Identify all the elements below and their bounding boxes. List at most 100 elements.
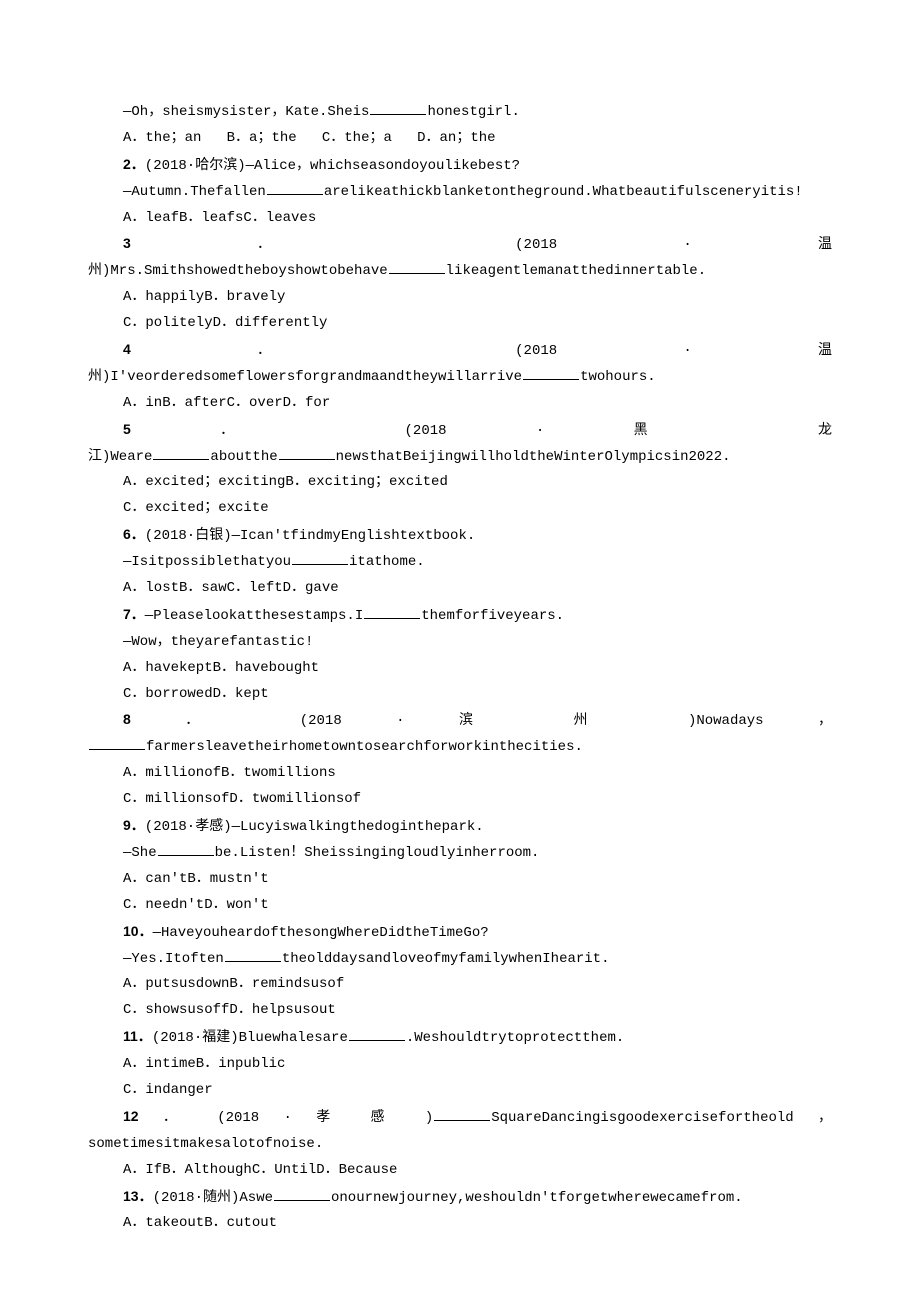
text: C．excited；excite — [123, 500, 269, 516]
q2-stem: 2．(2018·哈尔滨)—Alice，whichseasondoyoulikeb… — [88, 152, 832, 180]
opt-c: C．the；a — [322, 130, 392, 146]
text: newsthatBeijingwillholdtheWinterOlympics… — [336, 449, 731, 465]
qnum: 2． — [123, 156, 145, 172]
q6-dialog: —Isitpossiblethatyouitathome. — [88, 550, 832, 576]
text: aboutthe — [210, 449, 277, 465]
text: A．intimeB．inpublic — [123, 1056, 285, 1072]
q3-opt-a: A．happilyB．bravely — [88, 285, 832, 311]
text: likeagentlemanatthedinnertable. — [446, 263, 706, 279]
text: —HaveyouheardofthesongWhereDidtheTimeGo? — [153, 925, 489, 941]
qnum: 12 — [123, 1108, 139, 1124]
dot: ． — [220, 423, 315, 439]
q12-options: A．IfB．AlthoughC．UntilD．Because — [88, 1158, 832, 1184]
blank — [370, 100, 426, 115]
q10-stem: 10．—HaveyouheardofthesongWhereDidtheTime… — [88, 919, 832, 947]
q5-line1: 5 ． (2018 · 黑 龙 — [88, 417, 832, 445]
blank — [158, 841, 214, 856]
text: C．politelyD．differently — [123, 315, 327, 331]
blank — [274, 1186, 330, 1201]
text: A．havekeptB．havebought — [123, 660, 319, 676]
q4-options: A．inB．afterC．overD．for — [88, 391, 832, 417]
qnum: 10． — [123, 923, 153, 939]
q6-options: A．lostB．sawC．leftD．gave — [88, 576, 832, 602]
q2-options: A．leafB．leafsC．leaves — [88, 206, 832, 232]
q4-line1: 4 ． (2018 · 温 — [88, 337, 832, 365]
text: theolddaysandloveofmyfamilywhenIhearit. — [282, 951, 610, 967]
text: twohours. — [580, 369, 656, 385]
q9-stem: 9．(2018·孝感)—Lucyiswalkingthedoginthepark… — [88, 813, 832, 841]
text: SquareDancingisgoodexercisefortheold ， — [491, 1110, 832, 1126]
q9-opt-a: A．can'tB．mustn't — [88, 867, 832, 893]
dot: ． — [185, 713, 245, 729]
text: itathome. — [349, 554, 425, 570]
text: themforfiveyears. — [421, 608, 564, 624]
q13-stem: 13．(2018·随州)Asweonournewjourney,weshould… — [88, 1184, 832, 1212]
q6-stem: 6．(2018·白银)—Ican'tfindmyEnglishtextbook. — [88, 522, 832, 550]
text: A．excited；excitingB．exciting；excited — [123, 474, 448, 490]
text: —Oh，sheismysister，Kate.Sheis — [123, 104, 369, 120]
q1-options: A．the；an B．a；the C．the；a D．an；the — [88, 126, 832, 152]
text: honestgirl. — [427, 104, 519, 120]
text: C．indanger — [123, 1082, 213, 1098]
q2-dialog: —Autumn.Thefallenarelikeathickblanketont… — [88, 180, 832, 206]
text: C．millionsofD．twomillionsof — [123, 791, 361, 807]
text: A．millionofB．twomillions — [123, 765, 336, 781]
q13-options: A．takeoutB．cutout — [88, 1211, 832, 1237]
opt-a: A．the；an — [123, 130, 201, 146]
text: C．showsusoffD．helpsusout — [123, 1002, 336, 1018]
q1-dialog: —Oh，sheismysister，Kate.Sheis honestgirl. — [88, 100, 832, 126]
src: (2018 · 孝 感 ) — [217, 1110, 433, 1126]
q11-opt-b: C．indanger — [88, 1078, 832, 1104]
q7-opt-b: C．borrowedD．kept — [88, 682, 832, 708]
text: —Autumn.Thefallen — [123, 184, 266, 200]
q11-opt-a: A．intimeB．inpublic — [88, 1052, 832, 1078]
opt-b: B．a；the — [227, 130, 297, 146]
text: —Wow，theyarefantastic! — [123, 634, 313, 650]
q7-stem: 7．—Pleaselookatthesestamps.Ithemforfivey… — [88, 602, 832, 630]
blank — [523, 365, 579, 380]
opt-d: D．an；the — [417, 130, 495, 146]
q8-line1: 8 ． (2018 · 滨 州 )Nowadays ， — [88, 707, 832, 735]
text: (2018·孝感)—Lucyiswalkingthedoginthepark. — [145, 819, 484, 835]
qnum: 8 — [123, 711, 131, 727]
text: A．lostB．sawC．leftD．gave — [123, 580, 339, 596]
qnum: 11． — [123, 1028, 152, 1044]
dot: ． — [163, 1110, 193, 1126]
blank — [349, 1026, 405, 1041]
q10-dialog: —Yes.Itoften theolddaysandloveofmyfamilyw… — [88, 947, 832, 973]
opts: A．leafB．leafsC．leaves — [123, 210, 316, 226]
text: A．inB．afterC．overD．for — [123, 395, 330, 411]
text: —She — [123, 845, 157, 861]
text: A．happilyB．bravely — [123, 289, 285, 305]
q5-opt-a: A．excited；excitingB．exciting；excited — [88, 470, 832, 496]
q3-line2: 州)Mrs.Smithshowedtheboyshowtobehave likea… — [88, 259, 832, 285]
blank — [434, 1106, 490, 1121]
text: onournewjourney,weshouldn'tforgetwherewe… — [331, 1190, 743, 1206]
qnum: 9． — [123, 817, 145, 833]
qnum: 6． — [123, 526, 145, 542]
q3-opt-b: C．politelyD．differently — [88, 311, 832, 337]
text: (2018·福建)Bluewhalesare — [152, 1030, 348, 1046]
blank — [89, 735, 145, 750]
document-page: —Oh，sheismysister，Kate.Sheishonestgirl. … — [0, 0, 920, 1297]
text: C．borrowedD．kept — [123, 686, 269, 702]
text: be.Listen！Sheissingingloudlyinherroom. — [215, 845, 540, 861]
q8-opt-a: A．millionofB．twomillions — [88, 761, 832, 787]
q4-line2: 州)I'veorderedsomeflowersforgrandmaandthe… — [88, 365, 832, 391]
dot: ． — [257, 343, 389, 359]
text: 江)Weare — [88, 449, 152, 465]
q8-opt-b: C．millionsofD．twomillionsof — [88, 787, 832, 813]
src: (2018 · 黑 龙 — [405, 423, 832, 439]
text: .Weshouldtrytoprotectthem. — [406, 1030, 624, 1046]
text: —Yes.Itoften — [123, 951, 224, 967]
q9-opt-b: C．needn'tD．won't — [88, 893, 832, 919]
q3-line1: 3 ． (2018 · 温 — [88, 231, 832, 259]
q12-line1: 12 ． (2018 · 孝 感 ) SquareDancingisgoodexe… — [88, 1104, 832, 1132]
q8-line2: farmersleavetheirhometowntosearchforwork… — [88, 735, 832, 761]
qnum: 3 — [123, 235, 131, 251]
text: 州)Mrs.Smithshowedtheboyshowtobehave — [88, 263, 388, 279]
blank — [225, 947, 281, 962]
text: C．needn'tD．won't — [123, 897, 269, 913]
q11-stem: 11．(2018·福建)Bluewhalesare .Weshouldtrytop… — [88, 1024, 832, 1052]
text: (2018·白银)—Ican'tfindmyEnglishtextbook. — [145, 528, 475, 544]
